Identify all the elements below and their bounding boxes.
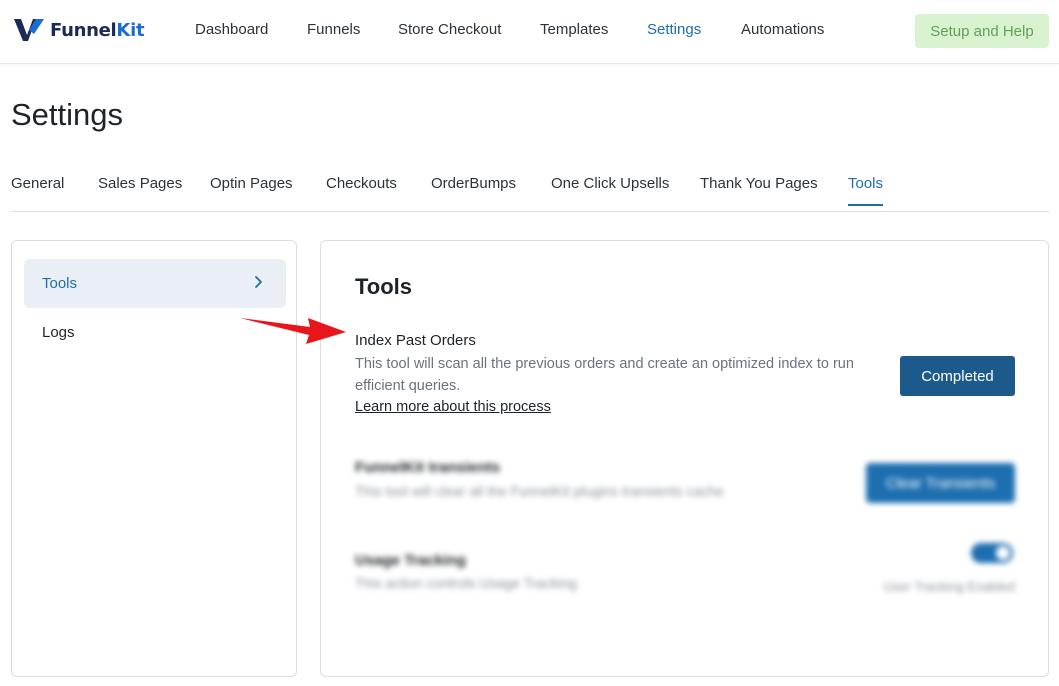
settings-tabs: General Sales Pages Optin Pages Checkout… xyxy=(11,160,1049,212)
sidebar-item-label: Logs xyxy=(42,324,75,341)
learn-more-link[interactable]: Learn more about this process xyxy=(355,399,551,415)
tab-sales-pages[interactable]: Sales Pages xyxy=(98,175,182,204)
annotation-arrow-icon xyxy=(240,318,346,344)
completed-button[interactable]: Completed xyxy=(900,356,1015,396)
sidebar-item-tools[interactable]: Tools xyxy=(24,259,286,308)
tab-one-click-upsells[interactable]: One Click Upsells xyxy=(551,175,669,204)
tools-panel: Tools Index Past Orders This tool will s… xyxy=(320,240,1049,677)
funnelkit-logo[interactable]: FunnelKit xyxy=(12,16,145,44)
tab-tools[interactable]: Tools xyxy=(848,175,884,206)
tools-sidebar: Tools Logs xyxy=(11,240,297,677)
brand-suffix: Kit xyxy=(116,19,145,41)
sidebar-item-label: Tools xyxy=(42,275,78,292)
brand-prefix: Funnel xyxy=(50,19,117,41)
usage-tracking-description: This action controls Usage Tracking xyxy=(355,575,577,591)
nav-templates[interactable]: Templates xyxy=(540,21,608,38)
index-past-orders-title: Index Past Orders xyxy=(355,332,476,349)
nav-settings[interactable]: Settings xyxy=(647,21,701,38)
usage-tracking-toggle[interactable] xyxy=(971,543,1013,563)
setup-and-help-button[interactable]: Setup and Help xyxy=(915,14,1049,48)
page-title: Settings xyxy=(11,97,124,132)
nav-dashboard[interactable]: Dashboard xyxy=(195,21,268,38)
tab-thank-you-pages[interactable]: Thank You Pages xyxy=(700,175,818,204)
tab-optin-pages[interactable]: Optin Pages xyxy=(210,175,293,204)
chevron-right-icon xyxy=(255,276,262,288)
index-past-orders-description: This tool will scan all the previous ord… xyxy=(355,356,854,394)
usage-tracking-title: Usage Tracking xyxy=(355,552,466,569)
brand-name: FunnelKit xyxy=(50,19,145,41)
tab-general[interactable]: General xyxy=(11,175,64,204)
nav-funnels[interactable]: Funnels xyxy=(307,21,360,38)
tab-orderbumps[interactable]: OrderBumps xyxy=(431,175,516,204)
top-navigation-bar: FunnelKit Dashboard Funnels Store Checko… xyxy=(0,0,1059,64)
funnelkit-logo-icon xyxy=(14,19,44,41)
tab-checkouts[interactable]: Checkouts xyxy=(326,175,397,204)
transients-title: FunnelKit transients xyxy=(355,459,501,476)
nav-automations[interactable]: Automations xyxy=(741,21,824,38)
clear-transients-button[interactable]: Clear Transients xyxy=(866,463,1015,503)
usage-tracking-status: User Tracking Enabled xyxy=(883,579,1015,594)
nav-store-checkout[interactable]: Store Checkout xyxy=(398,21,501,38)
section-title: Tools xyxy=(355,274,413,299)
transients-description: This tool will clear all the FunnelKit p… xyxy=(355,483,724,499)
